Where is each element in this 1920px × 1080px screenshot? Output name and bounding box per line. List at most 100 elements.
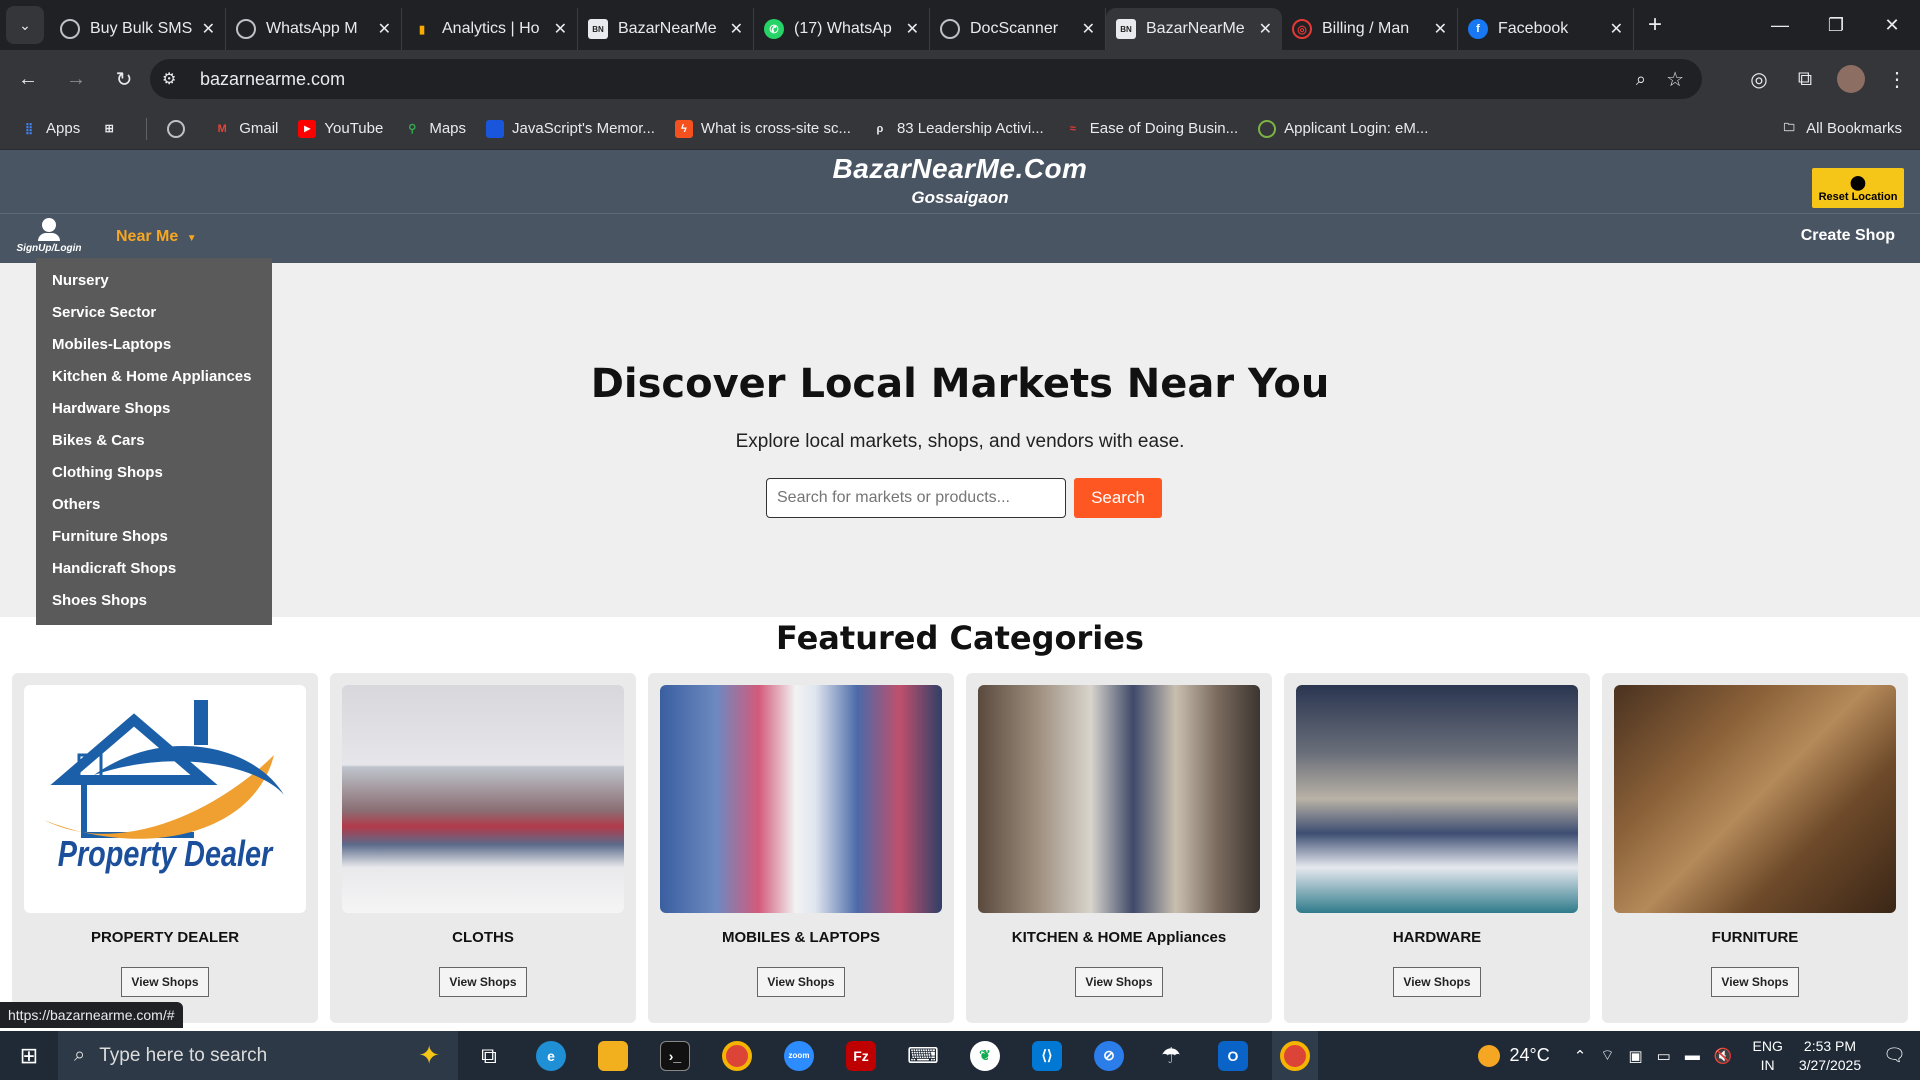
- reset-location-button[interactable]: ⬤ Reset Location: [1812, 168, 1904, 208]
- new-tab-button[interactable]: +: [1648, 11, 1662, 39]
- search-input[interactable]: [766, 478, 1066, 518]
- chrome-active-icon[interactable]: [1272, 1031, 1318, 1080]
- dropdown-item-shoes[interactable]: Shoes Shops: [36, 591, 272, 623]
- file-explorer-icon[interactable]: [590, 1031, 636, 1080]
- close-icon[interactable]: ✕: [1259, 19, 1272, 39]
- dropdown-item-bikes-cars[interactable]: Bikes & Cars: [36, 431, 272, 463]
- location-name: Gossaigaon: [911, 188, 1009, 207]
- url-text[interactable]: bazarnearme.com: [200, 69, 345, 90]
- zoom-icon[interactable]: zoom: [776, 1031, 822, 1080]
- language-indicator[interactable]: ENG IN: [1753, 1037, 1783, 1075]
- close-icon[interactable]: ✕: [906, 19, 919, 39]
- near-me-dropdown-toggle[interactable]: Near Me ▼: [116, 228, 197, 246]
- windows-start-icon[interactable]: ⊞: [0, 1031, 58, 1080]
- chrome-icon[interactable]: [714, 1031, 760, 1080]
- bookmark-ease-of-business[interactable]: ≈ Ease of Doing Busin...: [1064, 120, 1238, 138]
- dropdown-item-furniture[interactable]: Furniture Shops: [36, 527, 272, 559]
- task-view-icon[interactable]: ⧉: [466, 1031, 512, 1080]
- tab-analytics[interactable]: ▮ Analytics | Ho ✕: [402, 8, 578, 50]
- bookmark-leadership[interactable]: ρ 83 Leadership Activi...: [871, 120, 1044, 138]
- bookmark-star-icon[interactable]: ☆: [1666, 67, 1684, 92]
- volume-muted-icon[interactable]: 🔇: [1714, 1047, 1733, 1065]
- dropdown-item-kitchen-home[interactable]: Kitchen & Home Appliances: [36, 367, 272, 399]
- site-brand[interactable]: BazarNearMe.Com: [0, 153, 1920, 185]
- tab-billing[interactable]: ◎ Billing / Man ✕: [1282, 8, 1458, 50]
- profile-avatar[interactable]: [1837, 65, 1865, 93]
- edge-icon[interactable]: e: [528, 1031, 574, 1080]
- tab-whatsapp[interactable]: WhatsApp M ✕: [226, 8, 402, 50]
- notification-icon[interactable]: 🗨: [1883, 1045, 1906, 1066]
- bookmark-xss[interactable]: ϟ What is cross-site sc...: [674, 119, 851, 138]
- outlook-icon[interactable]: O: [1210, 1031, 1256, 1080]
- dropdown-item-others[interactable]: Others: [36, 495, 272, 527]
- tab-search-button[interactable]: ⌄: [6, 6, 44, 44]
- view-shops-button[interactable]: View Shops: [439, 967, 527, 997]
- back-button[interactable]: ←: [8, 59, 48, 99]
- all-bookmarks[interactable]: 🗀 All Bookmarks: [1780, 120, 1902, 138]
- tab-docscanner[interactable]: DocScanner ✕: [930, 8, 1106, 50]
- site-info-icon[interactable]: ⚙: [162, 69, 192, 89]
- bookmark-youtube[interactable]: ▶ YouTube: [298, 119, 383, 138]
- view-shops-button[interactable]: View Shops: [1075, 967, 1163, 997]
- signup-login-link[interactable]: SignUp/Login: [14, 218, 84, 254]
- close-icon[interactable]: ✕: [1434, 19, 1447, 39]
- terminal-icon[interactable]: ›_: [652, 1031, 698, 1080]
- tab-bazarnearme[interactable]: BN BazarNearMe ✕: [578, 8, 754, 50]
- view-shops-button[interactable]: View Shops: [1711, 967, 1799, 997]
- vscode-icon[interactable]: ⟨⟩: [1024, 1031, 1070, 1080]
- close-icon[interactable]: ✕: [554, 19, 567, 39]
- view-shops-button[interactable]: View Shops: [757, 967, 845, 997]
- view-shops-button[interactable]: View Shops: [121, 967, 209, 997]
- create-shop-link[interactable]: Create Shop: [1801, 227, 1895, 245]
- tab-bazarnearme-active[interactable]: BN BazarNearMe ✕: [1106, 8, 1282, 50]
- close-icon[interactable]: ✕: [378, 19, 391, 39]
- bookmark-javascript[interactable]: JavaScript's Memor...: [486, 119, 655, 138]
- camera-icon[interactable]: ▣: [1628, 1047, 1642, 1065]
- battery-icon[interactable]: ▬: [1685, 1047, 1700, 1064]
- chevron-up-icon[interactable]: ⌃: [1574, 1047, 1587, 1065]
- app-ninja-icon[interactable]: ☂: [1148, 1031, 1194, 1080]
- bookmark-applicant-login[interactable]: Applicant Login: eM...: [1258, 119, 1428, 138]
- close-icon[interactable]: ✕: [202, 19, 215, 39]
- address-bar[interactable]: ⚙ bazarnearme.com ⌕ ☆: [150, 59, 1702, 99]
- extension-icon[interactable]: ◎: [1736, 67, 1782, 92]
- forward-button[interactable]: →: [56, 59, 96, 99]
- weather-widget[interactable]: 24°C: [1477, 1044, 1550, 1067]
- mongodb-icon[interactable]: ❦: [962, 1031, 1008, 1080]
- network-app-icon[interactable]: ⌨: [900, 1031, 946, 1080]
- bookmark-grid[interactable]: ⊞: [100, 120, 126, 138]
- display-icon[interactable]: ▭: [1657, 1047, 1671, 1065]
- filezilla-icon[interactable]: Fz: [838, 1031, 884, 1080]
- bookmark-apps[interactable]: ⣿ Apps: [20, 120, 80, 138]
- tab-facebook[interactable]: f Facebook ✕: [1458, 8, 1634, 50]
- zoom-icon[interactable]: ⌕: [1636, 69, 1646, 90]
- search-button[interactable]: Search: [1074, 478, 1162, 518]
- close-window-button[interactable]: ✕: [1864, 0, 1920, 50]
- folder-icon: 🗀: [1783, 122, 1795, 134]
- reload-button[interactable]: ↻: [104, 59, 144, 99]
- close-icon[interactable]: ✕: [1610, 19, 1623, 39]
- clock[interactable]: 2:53 PM 3/27/2025: [1799, 1037, 1861, 1075]
- tab-buy-bulk-sms[interactable]: Buy Bulk SMS ✕: [50, 8, 226, 50]
- bookmark-globe[interactable]: [167, 119, 193, 138]
- bookmark-gmail[interactable]: M Gmail: [213, 120, 279, 138]
- wifi-icon[interactable]: ⌔: [1600, 1046, 1614, 1065]
- restore-button[interactable]: ❐: [1808, 0, 1864, 50]
- bookmark-maps[interactable]: ⚲ Maps: [403, 120, 466, 138]
- dropdown-item-mobiles-laptops[interactable]: Mobiles-Laptops: [36, 335, 272, 367]
- dropdown-item-service-sector[interactable]: Service Sector: [36, 303, 272, 335]
- taskbar-search[interactable]: ⌕ Type here to search ✦: [58, 1031, 458, 1080]
- minimize-button[interactable]: —: [1752, 0, 1808, 50]
- menu-kebab-icon[interactable]: ⋮: [1874, 67, 1920, 92]
- dropdown-item-handicraft[interactable]: Handicraft Shops: [36, 559, 272, 591]
- close-icon[interactable]: ✕: [730, 19, 743, 39]
- app-blue-icon[interactable]: ⊘: [1086, 1031, 1132, 1080]
- tabs: Buy Bulk SMS ✕ WhatsApp M ✕ ▮ Analytics …: [50, 0, 1662, 50]
- dropdown-item-clothing[interactable]: Clothing Shops: [36, 463, 272, 495]
- dropdown-item-nursery[interactable]: Nursery: [36, 271, 272, 303]
- tab-whatsapp-chat[interactable]: ✆ (17) WhatsAp ✕: [754, 8, 930, 50]
- extensions-puzzle-icon[interactable]: ⧉: [1782, 68, 1828, 91]
- close-icon[interactable]: ✕: [1082, 19, 1095, 39]
- dropdown-item-hardware[interactable]: Hardware Shops: [36, 399, 272, 431]
- view-shops-button[interactable]: View Shops: [1393, 967, 1481, 997]
